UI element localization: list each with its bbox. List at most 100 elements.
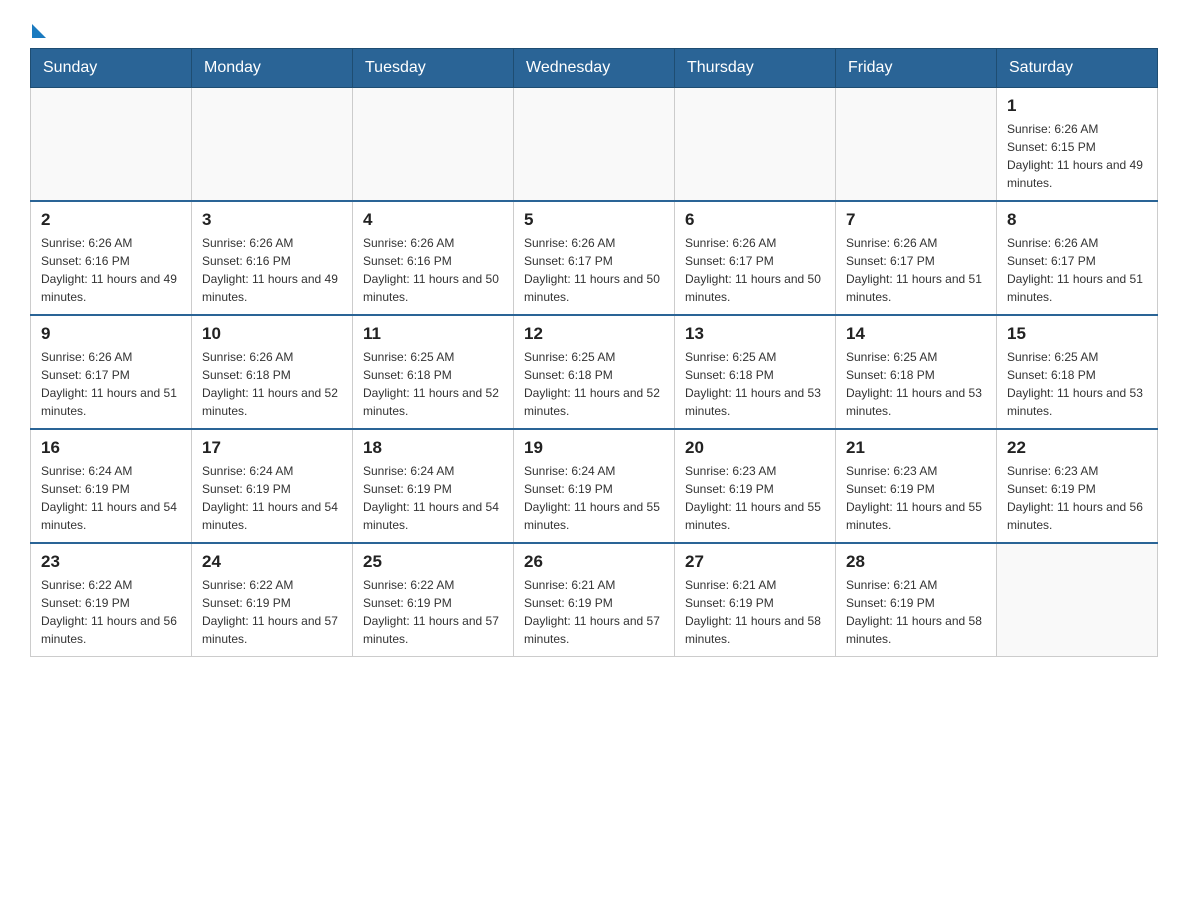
calendar-cell: 5Sunrise: 6:26 AMSunset: 6:17 PMDaylight… xyxy=(514,201,675,315)
calendar-cell: 1 Sunrise: 6:26 AMSunset: 6:15 PMDaylight… xyxy=(997,88,1158,202)
day-info: Sunrise: 6:26 AMSunset: 6:15 PMDaylight:… xyxy=(1007,120,1147,192)
calendar-cell xyxy=(675,88,836,202)
day-info: Sunrise: 6:26 AMSunset: 6:17 PMDaylight:… xyxy=(41,348,181,420)
day-number: 14 xyxy=(846,324,986,344)
calendar-cell: 9Sunrise: 6:26 AMSunset: 6:17 PMDaylight… xyxy=(31,315,192,429)
column-header-monday: Monday xyxy=(192,49,353,88)
day-number: 21 xyxy=(846,438,986,458)
calendar-cell: 22 Sunrise: 6:23 AMSunset: 6:19 PMDayligh… xyxy=(997,429,1158,543)
day-number: 19 xyxy=(524,438,664,458)
day-number: 3 xyxy=(202,210,342,230)
day-number: 8 xyxy=(1007,210,1147,230)
column-header-tuesday: Tuesday xyxy=(353,49,514,88)
calendar-cell: 7 Sunrise: 6:26 AMSunset: 6:17 PMDaylight… xyxy=(836,201,997,315)
calendar-cell: 25Sunrise: 6:22 AMSunset: 6:19 PMDayligh… xyxy=(353,543,514,657)
day-number: 1 xyxy=(1007,96,1147,116)
calendar-cell: 6 Sunrise: 6:26 AMSunset: 6:17 PMDaylight… xyxy=(675,201,836,315)
calendar-cell: 12 Sunrise: 6:25 AMSunset: 6:18 PMDayligh… xyxy=(514,315,675,429)
day-info: Sunrise: 6:21 AMSunset: 6:19 PMDaylight:… xyxy=(685,576,825,648)
calendar-cell xyxy=(514,88,675,202)
calendar-cell xyxy=(997,543,1158,657)
column-header-saturday: Saturday xyxy=(997,49,1158,88)
column-header-sunday: Sunday xyxy=(31,49,192,88)
day-number: 13 xyxy=(685,324,825,344)
logo-arrow-icon xyxy=(32,24,46,38)
calendar-cell: 4 Sunrise: 6:26 AMSunset: 6:16 PMDaylight… xyxy=(353,201,514,315)
day-number: 15 xyxy=(1007,324,1147,344)
day-number: 20 xyxy=(685,438,825,458)
day-number: 17 xyxy=(202,438,342,458)
day-info: Sunrise: 6:26 AMSunset: 6:17 PMDaylight:… xyxy=(846,234,986,306)
calendar-cell: 26 Sunrise: 6:21 AMSunset: 6:19 PMDayligh… xyxy=(514,543,675,657)
day-number: 11 xyxy=(363,324,503,344)
day-info: Sunrise: 6:25 AMSunset: 6:18 PMDaylight:… xyxy=(846,348,986,420)
calendar-cell: 13 Sunrise: 6:25 AMSunset: 6:18 PMDayligh… xyxy=(675,315,836,429)
calendar-cell: 2 Sunrise: 6:26 AMSunset: 6:16 PMDaylight… xyxy=(31,201,192,315)
column-header-wednesday: Wednesday xyxy=(514,49,675,88)
calendar-cell: 20 Sunrise: 6:23 AMSunset: 6:19 PMDayligh… xyxy=(675,429,836,543)
day-number: 22 xyxy=(1007,438,1147,458)
week-row-1: 1 Sunrise: 6:26 AMSunset: 6:15 PMDaylight… xyxy=(31,88,1158,202)
day-number: 26 xyxy=(524,552,664,572)
week-row-5: 23 Sunrise: 6:22 AMSunset: 6:19 PMDayligh… xyxy=(31,543,1158,657)
day-info: Sunrise: 6:23 AMSunset: 6:19 PMDaylight:… xyxy=(846,462,986,534)
calendar-cell: 3 Sunrise: 6:26 AMSunset: 6:16 PMDaylight… xyxy=(192,201,353,315)
calendar-cell: 28 Sunrise: 6:21 AMSunset: 6:19 PMDayligh… xyxy=(836,543,997,657)
day-info: Sunrise: 6:23 AMSunset: 6:19 PMDaylight:… xyxy=(1007,462,1147,534)
calendar-cell: 15 Sunrise: 6:25 AMSunset: 6:18 PMDayligh… xyxy=(997,315,1158,429)
week-row-3: 9Sunrise: 6:26 AMSunset: 6:17 PMDaylight… xyxy=(31,315,1158,429)
calendar-cell: 17 Sunrise: 6:24 AMSunset: 6:19 PMDayligh… xyxy=(192,429,353,543)
calendar-cell xyxy=(192,88,353,202)
day-info: Sunrise: 6:21 AMSunset: 6:19 PMDaylight:… xyxy=(846,576,986,648)
day-number: 10 xyxy=(202,324,342,344)
calendar-cell: 19 Sunrise: 6:24 AMSunset: 6:19 PMDayligh… xyxy=(514,429,675,543)
day-number: 27 xyxy=(685,552,825,572)
calendar-cell: 10 Sunrise: 6:26 AMSunset: 6:18 PMDayligh… xyxy=(192,315,353,429)
calendar-cell: 21 Sunrise: 6:23 AMSunset: 6:19 PMDayligh… xyxy=(836,429,997,543)
column-header-thursday: Thursday xyxy=(675,49,836,88)
day-info: Sunrise: 6:24 AMSunset: 6:19 PMDaylight:… xyxy=(202,462,342,534)
week-row-4: 16 Sunrise: 6:24 AMSunset: 6:19 PMDayligh… xyxy=(31,429,1158,543)
day-info: Sunrise: 6:26 AMSunset: 6:16 PMDaylight:… xyxy=(202,234,342,306)
week-row-2: 2 Sunrise: 6:26 AMSunset: 6:16 PMDaylight… xyxy=(31,201,1158,315)
calendar-cell: 8 Sunrise: 6:26 AMSunset: 6:17 PMDaylight… xyxy=(997,201,1158,315)
day-info: Sunrise: 6:23 AMSunset: 6:19 PMDaylight:… xyxy=(685,462,825,534)
day-number: 24 xyxy=(202,552,342,572)
day-number: 28 xyxy=(846,552,986,572)
calendar-cell: 18Sunrise: 6:24 AMSunset: 6:19 PMDayligh… xyxy=(353,429,514,543)
day-info: Sunrise: 6:24 AMSunset: 6:19 PMDaylight:… xyxy=(524,462,664,534)
day-info: Sunrise: 6:24 AMSunset: 6:19 PMDaylight:… xyxy=(363,462,503,534)
day-number: 4 xyxy=(363,210,503,230)
day-info: Sunrise: 6:26 AMSunset: 6:16 PMDaylight:… xyxy=(363,234,503,306)
logo xyxy=(30,20,46,38)
column-header-friday: Friday xyxy=(836,49,997,88)
day-info: Sunrise: 6:25 AMSunset: 6:18 PMDaylight:… xyxy=(1007,348,1147,420)
day-info: Sunrise: 6:26 AMSunset: 6:16 PMDaylight:… xyxy=(41,234,181,306)
day-info: Sunrise: 6:25 AMSunset: 6:18 PMDaylight:… xyxy=(685,348,825,420)
calendar-cell: 27 Sunrise: 6:21 AMSunset: 6:19 PMDayligh… xyxy=(675,543,836,657)
day-number: 6 xyxy=(685,210,825,230)
calendar-cell: 23Sunrise: 6:22 AMSunset: 6:19 PMDayligh… xyxy=(31,543,192,657)
day-info: Sunrise: 6:22 AMSunset: 6:19 PMDaylight:… xyxy=(363,576,503,648)
day-info: Sunrise: 6:25 AMSunset: 6:18 PMDaylight:… xyxy=(524,348,664,420)
calendar-table: SundayMondayTuesdayWednesdayThursdayFrid… xyxy=(30,48,1158,657)
day-number: 12 xyxy=(524,324,664,344)
day-info: Sunrise: 6:26 AMSunset: 6:17 PMDaylight:… xyxy=(1007,234,1147,306)
day-number: 23 xyxy=(41,552,181,572)
calendar-cell xyxy=(31,88,192,202)
day-info: Sunrise: 6:26 AMSunset: 6:17 PMDaylight:… xyxy=(685,234,825,306)
calendar-header-row: SundayMondayTuesdayWednesdayThursdayFrid… xyxy=(31,49,1158,88)
day-info: Sunrise: 6:26 AMSunset: 6:18 PMDaylight:… xyxy=(202,348,342,420)
day-info: Sunrise: 6:22 AMSunset: 6:19 PMDaylight:… xyxy=(202,576,342,648)
day-info: Sunrise: 6:21 AMSunset: 6:19 PMDaylight:… xyxy=(524,576,664,648)
calendar-cell xyxy=(353,88,514,202)
calendar-cell: 11 Sunrise: 6:25 AMSunset: 6:18 PMDayligh… xyxy=(353,315,514,429)
day-number: 7 xyxy=(846,210,986,230)
day-number: 2 xyxy=(41,210,181,230)
calendar-cell: 24 Sunrise: 6:22 AMSunset: 6:19 PMDayligh… xyxy=(192,543,353,657)
day-info: Sunrise: 6:25 AMSunset: 6:18 PMDaylight:… xyxy=(363,348,503,420)
page-header xyxy=(30,20,1158,38)
calendar-cell: 14 Sunrise: 6:25 AMSunset: 6:18 PMDayligh… xyxy=(836,315,997,429)
calendar-cell xyxy=(836,88,997,202)
day-number: 16 xyxy=(41,438,181,458)
